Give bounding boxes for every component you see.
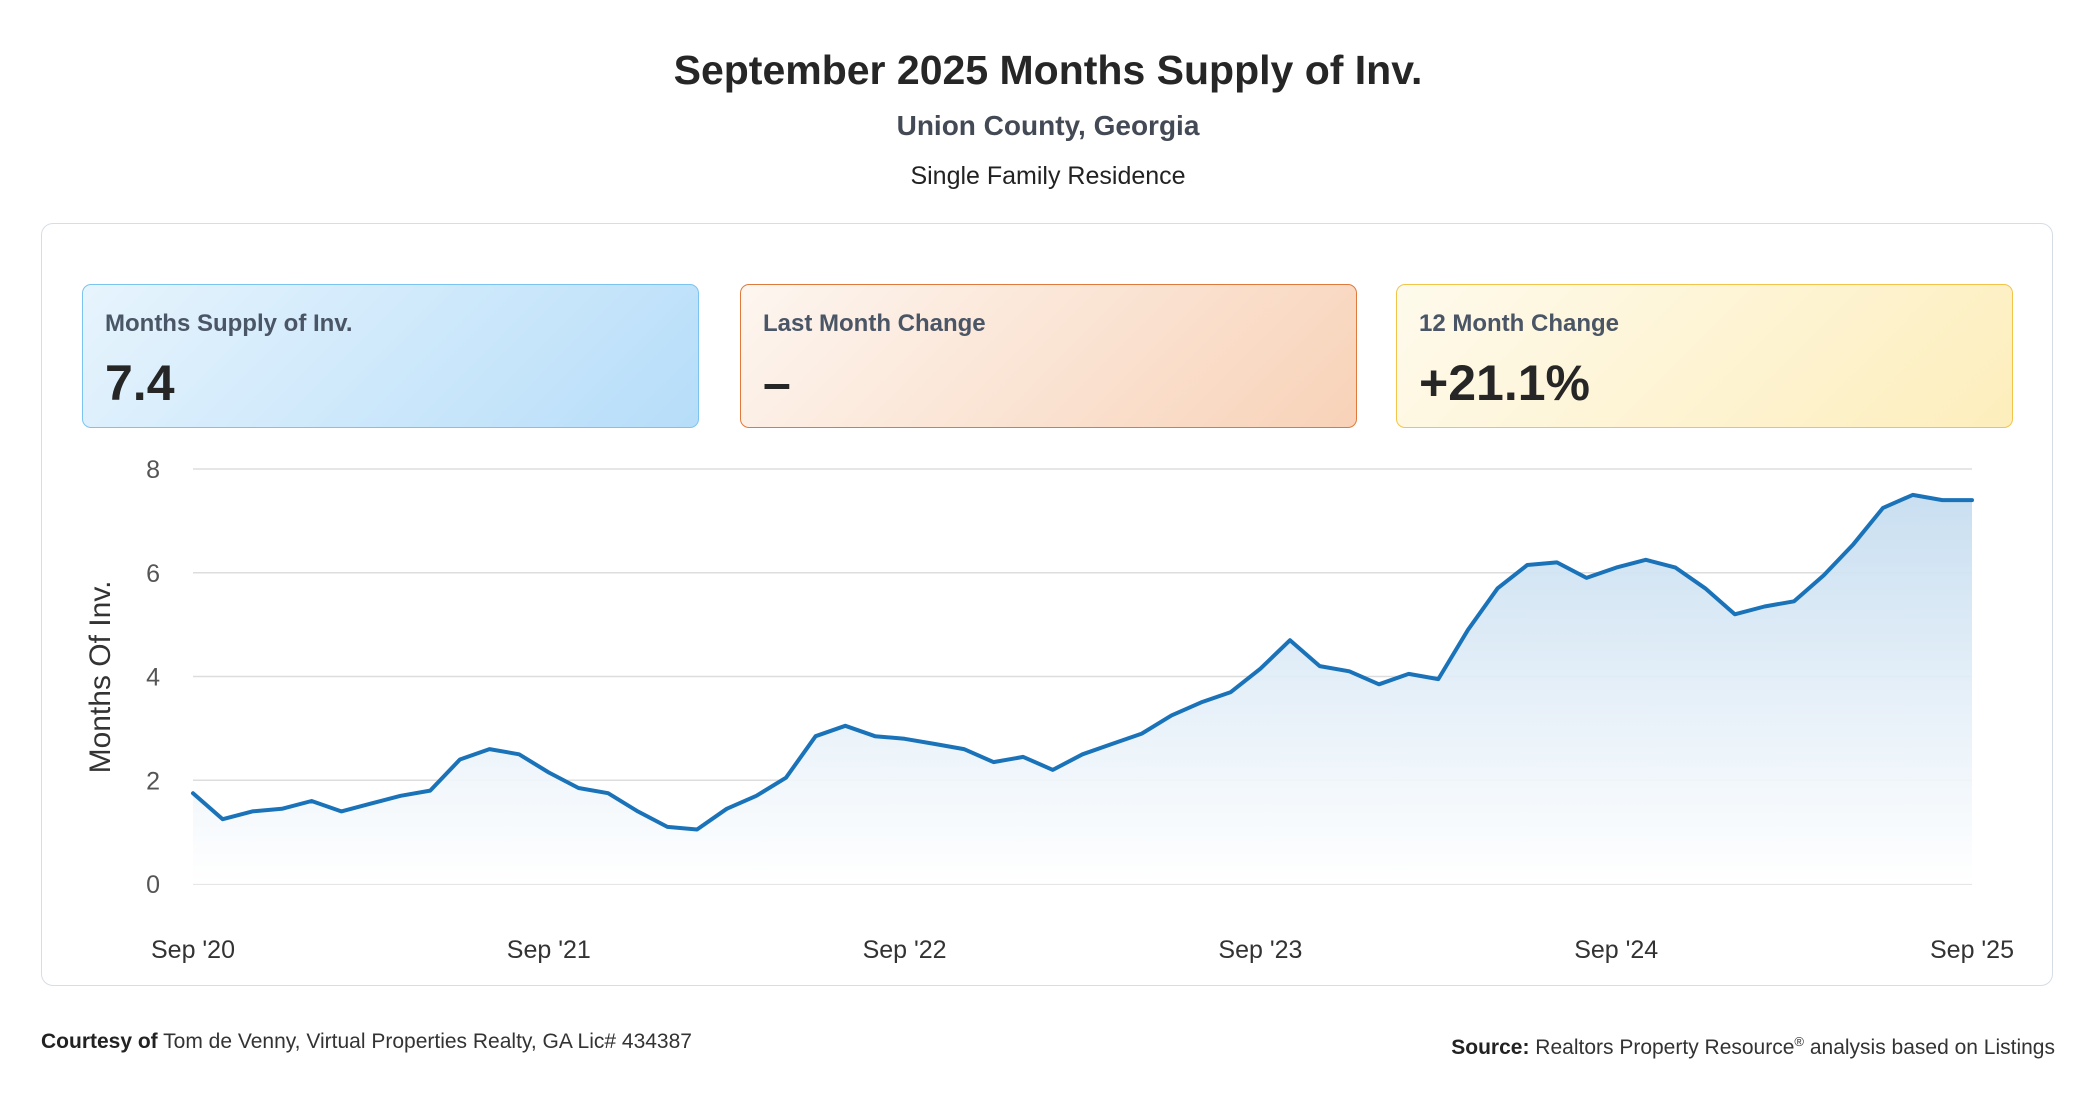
x-tick-label: Sep '24: [1574, 936, 1658, 964]
registered-mark: ®: [1794, 1034, 1804, 1049]
source-footer: Source: Realtors Property Resource® anal…: [1451, 1028, 2055, 1062]
y-tick-label: 8: [146, 456, 160, 484]
x-tick-label: Sep '21: [507, 936, 591, 964]
courtesy-text: Tom de Venny, Virtual Properties Realty,…: [163, 1030, 692, 1053]
months-supply-chart: 02468 Sep '20 Sep '21 Sep '22 Sep '23 Sep '2…: [84, 456, 2014, 964]
x-tick-label: Sep '22: [863, 936, 947, 964]
x-tick-label: Sep '20: [151, 936, 235, 964]
source-label: Source:: [1451, 1036, 1530, 1059]
y-tick-label: 2: [146, 767, 160, 795]
y-tick-label: 4: [146, 664, 160, 692]
source-text-end: analysis based on Listings: [1804, 1036, 2055, 1059]
y-tick-label: 6: [146, 560, 160, 588]
y-tick-labels: 0 2 4 6 8: [146, 456, 160, 899]
courtesy-footer: Courtesy of Tom de Venny, Virtual Proper…: [41, 1028, 692, 1056]
x-tick-label: Sep '23: [1218, 936, 1302, 964]
source-text: Realtors Property Resource: [1535, 1036, 1795, 1059]
x-tick-label: Sep '25: [1930, 936, 2014, 964]
courtesy-label: Courtesy of: [41, 1030, 158, 1053]
series-area: [193, 494, 1972, 884]
y-axis-label: Months Of Inv.: [84, 581, 117, 774]
x-tick-labels: Sep '20 Sep '21 Sep '22 Sep '23 Sep '24 Sep '…: [151, 936, 2014, 964]
y-tick-label: 0: [146, 871, 160, 899]
